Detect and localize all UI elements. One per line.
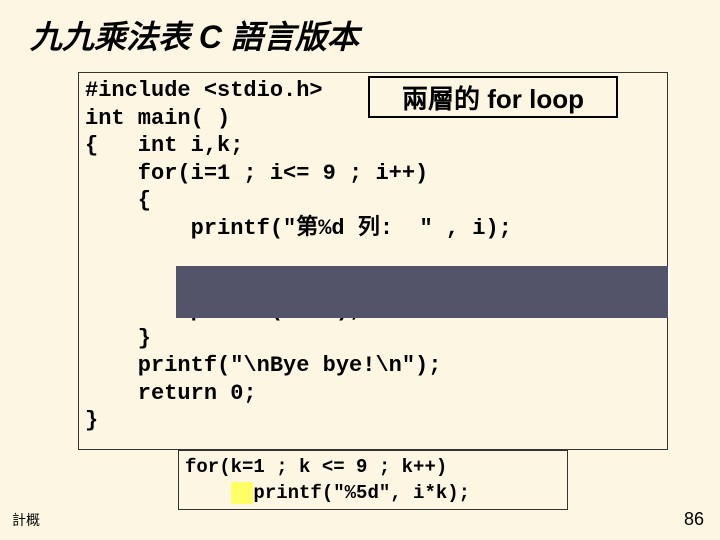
slide-title: 九九乘法表 C 語言版本	[0, 0, 720, 68]
code-line: printf("\nBye bye!\n");	[85, 353, 441, 378]
code-container: #include <stdio.h> int main( ) { int i,k…	[78, 72, 668, 450]
redacted-region	[176, 266, 670, 318]
code-line: for(i=1 ; i<= 9 ; i++)	[85, 161, 428, 186]
code-line: int main( )	[85, 106, 230, 131]
code-line: }	[85, 326, 151, 351]
code-line: printf("第%d 列: " , i);	[85, 216, 512, 241]
code-line: #include <stdio.h>	[85, 78, 323, 103]
code-line: {	[85, 188, 151, 213]
footer-label: 計概	[12, 510, 40, 530]
answer-prefix	[185, 482, 231, 504]
code-line: { int i,k;	[85, 133, 243, 158]
page-number: 86	[684, 509, 704, 530]
annotation-callout: 兩層的 for loop	[368, 76, 618, 118]
answer-rest: printf("%5d", i*k);	[253, 482, 470, 504]
code-line: return 0;	[85, 381, 257, 406]
code-line: }	[85, 408, 98, 433]
code-block: #include <stdio.h> int main( ) { int i,k…	[79, 73, 667, 439]
answer-line: for(k=1 ; k <= 9 ; k++)	[185, 456, 447, 478]
answer-container: for(k=1 ; k <= 9 ; k++) printf("%5d", i*…	[178, 450, 568, 510]
annotation-text: 兩層的 for loop	[402, 79, 584, 116]
highlight-span	[231, 482, 254, 504]
